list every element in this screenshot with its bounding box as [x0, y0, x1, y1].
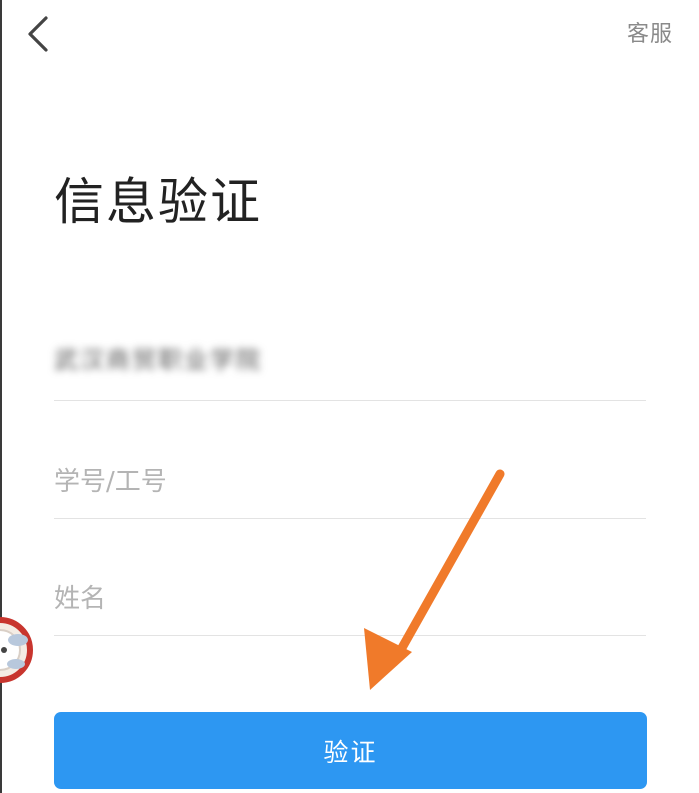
page-title: 信息验证	[54, 173, 262, 231]
back-button[interactable]	[20, 12, 60, 56]
name-field[interactable]	[54, 579, 646, 636]
verify-button[interactable]: 验证	[54, 712, 647, 789]
school-value-blurred: 武汉商贸职业学院	[54, 346, 262, 374]
school-field[interactable]: 武汉商贸职业学院	[54, 344, 646, 401]
student-id-field[interactable]	[54, 462, 646, 519]
app-page: 客服 信息验证 武汉商贸职业学院 验证	[0, 0, 699, 793]
customer-service-link[interactable]: 客服	[627, 16, 673, 48]
chevron-left-icon	[28, 16, 48, 52]
name-input[interactable]	[54, 579, 646, 619]
student-id-input[interactable]	[54, 462, 646, 502]
mascot-sticker-icon	[0, 617, 33, 683]
